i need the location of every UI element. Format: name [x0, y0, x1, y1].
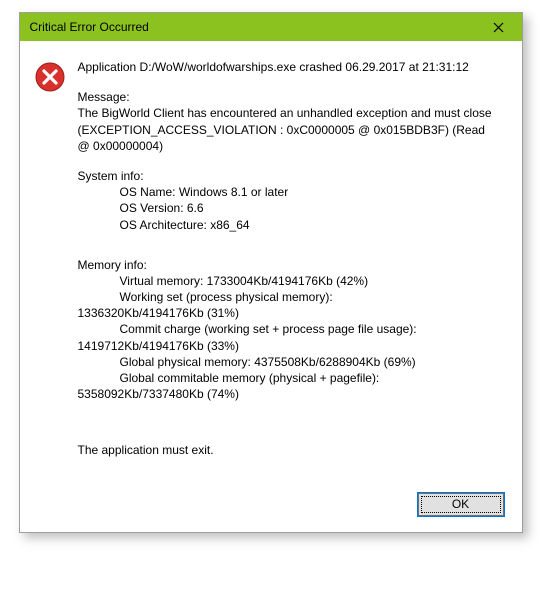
- os-version: OS Version: 6.6: [78, 200, 500, 216]
- mem-working-set-label: Working set (process physical memory):: [78, 289, 500, 305]
- message-heading: Message:: [78, 89, 500, 105]
- mem-commit-value: 1419712Kb/4194176Kb (33%): [78, 338, 500, 354]
- memory-info-heading: Memory info:: [78, 257, 500, 273]
- error-dialog: Critical Error Occurred Application D:/W…: [19, 12, 523, 533]
- window-title: Critical Error Occurred: [30, 20, 149, 34]
- ok-button[interactable]: OK: [418, 493, 504, 516]
- mem-commit-label: Commit charge (working set + process pag…: [78, 321, 500, 337]
- mem-global-commit-label: Global commitable memory (physical + pag…: [78, 370, 500, 386]
- mem-global-physical: Global physical memory: 4375508Kb/628890…: [78, 354, 500, 370]
- mem-global-commit-value: 5358092Kb/7337480Kb (74%): [78, 386, 500, 402]
- close-button[interactable]: [484, 17, 514, 37]
- crash-headline: Application D:/WoW/worldofwarships.exe c…: [78, 59, 500, 75]
- message-text: The BigWorld Client has encountered an u…: [78, 105, 500, 154]
- mem-virtual: Virtual memory: 1733004Kb/4194176Kb (42%…: [78, 273, 500, 289]
- system-info-heading: System info:: [78, 168, 500, 184]
- error-icon: [34, 61, 66, 93]
- os-name: OS Name: Windows 8.1 or later: [78, 184, 500, 200]
- dialog-footer: OK: [20, 483, 522, 532]
- titlebar[interactable]: Critical Error Occurred: [20, 13, 522, 41]
- os-arch: OS Architecture: x86_64: [78, 217, 500, 233]
- mem-working-set-value: 1336320Kb/4194176Kb (31%): [78, 305, 500, 321]
- close-icon: [493, 22, 504, 33]
- message-body: Application D:/WoW/worldofwarships.exe c…: [78, 59, 500, 473]
- exit-message: The application must exit.: [78, 442, 500, 458]
